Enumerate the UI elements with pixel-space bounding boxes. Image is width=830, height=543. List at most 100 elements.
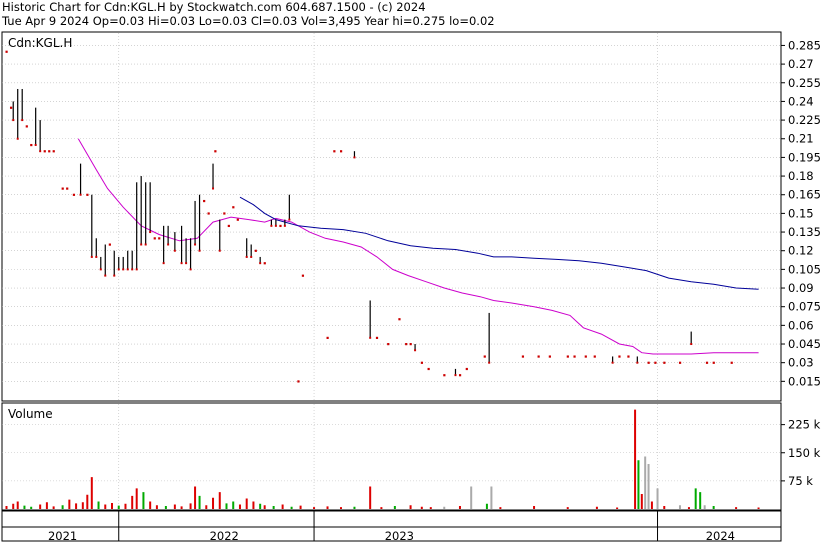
price-dot [43, 150, 46, 153]
volume-bar [135, 488, 138, 509]
volume-bar [212, 497, 215, 509]
price-dot [5, 50, 8, 53]
price-dot [158, 237, 161, 240]
volume-bar [218, 492, 221, 509]
price-close-dot [189, 268, 192, 271]
price-dot [52, 150, 55, 153]
price-close-dot [79, 193, 82, 196]
price-close-dot [288, 218, 291, 221]
price-dot [458, 374, 462, 377]
price-dot [678, 361, 682, 364]
price-dot [548, 355, 551, 358]
volume-bar [30, 506, 33, 509]
volume-bar [117, 505, 120, 509]
price-tick-label: 0.24 [788, 94, 814, 108]
volume-bar [194, 486, 197, 509]
price-close-dot [12, 119, 15, 122]
price-close-dot [167, 243, 170, 246]
price-close-dot [180, 262, 183, 265]
volume-bar [75, 503, 78, 509]
price-dot [420, 361, 424, 364]
price-dot [483, 355, 486, 358]
price-dot [654, 361, 657, 364]
volume-bar [393, 506, 396, 509]
price-close-dot [16, 137, 19, 140]
price-dot [409, 343, 412, 346]
price-dot [618, 355, 621, 358]
price-close-dot [245, 255, 248, 258]
volume-bar [290, 506, 293, 509]
price-dot [86, 193, 89, 196]
price-tick-label: 0.285 [788, 38, 821, 52]
price-dot [584, 355, 587, 358]
volume-bar [39, 504, 42, 509]
price-tick-label: 0.27 [788, 57, 814, 71]
price-close-dot [636, 361, 639, 364]
price-dot [72, 193, 76, 196]
volume-tick-label: 150 k [788, 446, 821, 460]
volume-bar [149, 501, 152, 509]
price-close-dot [95, 255, 98, 258]
volume-bar [281, 504, 284, 509]
x-axis-year-label: 2021 [48, 529, 77, 543]
volume-bar [712, 506, 715, 509]
volume-bar [272, 506, 275, 509]
volume-bar [353, 506, 356, 509]
volume-bar [663, 506, 666, 509]
price-close-dot [250, 255, 253, 258]
price-tick-label: 0.18 [788, 169, 814, 183]
price-close-dot [270, 224, 273, 227]
price-dot [66, 187, 69, 190]
price-tick-label: 0.045 [788, 337, 821, 351]
symbol-label: Cdn:KGL.H [8, 36, 72, 50]
volume-bar [369, 486, 372, 509]
price-dot [279, 224, 282, 228]
volume-bar [142, 492, 145, 509]
volume-bar [5, 506, 8, 509]
stock-chart: 0.285 0.27 0.255 0.24 0.225 0.21 0.195 0.18 0.16… [1, 31, 821, 543]
price-close-dot [283, 224, 286, 227]
volume-bar [245, 498, 248, 509]
volume-bar [634, 409, 637, 509]
volume-bar [699, 492, 702, 509]
price-tick-label: 0.21 [788, 132, 814, 146]
price-dot [301, 274, 305, 277]
volume-bar [703, 505, 706, 509]
price-close-dot [353, 156, 356, 159]
price-close-dot [90, 255, 93, 258]
price-close-dot [611, 361, 614, 364]
price-close-dot [149, 231, 152, 234]
price-dot [108, 243, 111, 246]
price-tick-label: 0.03 [788, 356, 814, 370]
price-close-dot [126, 268, 129, 271]
price-tick-label: 0.105 [788, 262, 821, 276]
volume-bar [104, 504, 107, 509]
price-close-dot [34, 143, 37, 146]
volume-bar [263, 505, 266, 509]
price-close-dot [185, 262, 188, 265]
price-dot [443, 374, 446, 377]
price-dot [627, 355, 630, 358]
volume-bar [189, 503, 192, 509]
volume-bar [61, 505, 64, 509]
volume-bar [533, 506, 536, 509]
volume-bar [238, 504, 241, 509]
volume-bar [420, 506, 423, 509]
price-close-dot [122, 268, 125, 271]
price-dot [705, 361, 709, 364]
price-dot [223, 212, 226, 215]
volume-bar [313, 507, 316, 509]
price-close-dot [131, 268, 134, 271]
volume-bar [656, 488, 659, 509]
volume-bar [124, 503, 127, 509]
volume-tick-label: 75 k [788, 474, 813, 488]
price-close-dot [454, 374, 457, 377]
volume-bar [111, 503, 114, 509]
price-close-dot [690, 343, 693, 346]
volume-bar [81, 502, 84, 509]
price-close-dot [135, 268, 138, 271]
price-close-dot [104, 274, 107, 277]
volume-bar [299, 505, 302, 509]
volume-bar [380, 507, 383, 509]
volume-bar [198, 495, 201, 509]
